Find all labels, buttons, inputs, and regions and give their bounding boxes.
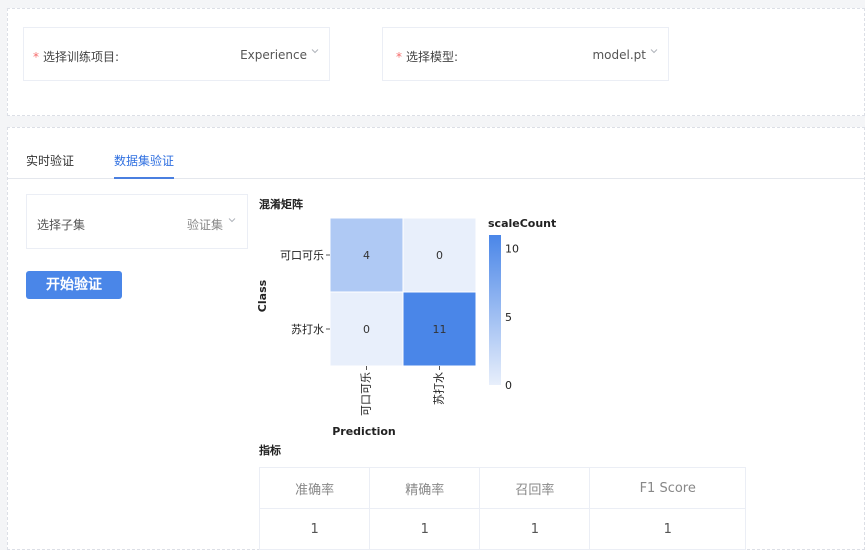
colorbar-tick-label: 10 (505, 243, 519, 256)
confusion-matrix-title: 混淆矩阵 (259, 198, 303, 211)
tab-dataset-validation[interactable]: 数据集验证 (114, 152, 174, 169)
colorbar (489, 235, 501, 385)
heatmap-cell-value: 0 (436, 249, 443, 262)
start-validation-button[interactable]: 开始验证 (26, 271, 122, 299)
x-tick-label: 苏打水 (432, 372, 446, 405)
project-select[interactable]: * 选择训练项目: Experience (23, 27, 330, 81)
metric-header-accuracy: 准确率 (258, 467, 371, 509)
metric-value-f1: 1 (589, 508, 746, 550)
model-select-label: * 选择模型: (396, 50, 459, 64)
metric-header-recall: 召回率 (479, 467, 591, 509)
metric-header-f1: F1 Score (589, 467, 746, 509)
chevron-down-icon (650, 49, 658, 54)
metric-value-accuracy: 1 (258, 508, 371, 550)
model-select[interactable]: * 选择模型: model.pt (382, 27, 669, 81)
metrics-table: 准确率 精确率 召回率 F1 Score 1 1 1 1 (258, 467, 746, 550)
y-axis-label: Class (256, 279, 269, 312)
project-select-label: * 选择训练项目: (33, 50, 120, 64)
required-mark: * (33, 50, 39, 64)
chevron-down-icon (311, 49, 319, 54)
subset-select-value: 验证集 (186, 218, 223, 232)
x-tick-label: 可口可乐 (360, 372, 373, 416)
subset-select[interactable]: 选择子集 验证集 (26, 194, 248, 249)
heatmap-cell-value: 0 (363, 323, 370, 336)
y-tick-label: 苏打水 (291, 322, 324, 336)
metric-value-recall: 1 (479, 508, 591, 550)
chevron-down-icon (228, 218, 236, 223)
table-row: 1 1 1 1 (258, 508, 746, 550)
required-mark: * (396, 50, 402, 64)
metric-header-precision: 精确率 (369, 467, 481, 509)
metric-value-precision: 1 (369, 508, 481, 550)
project-select-value: Experience (240, 48, 307, 62)
tab-realtime-validation[interactable]: 实时验证 (26, 152, 74, 169)
table-header-row: 准确率 精确率 召回率 F1 Score (258, 467, 746, 509)
active-tab-indicator (114, 177, 174, 179)
colorbar-label: scaleCount (488, 217, 556, 230)
colorbar-tick-label: 0 (505, 379, 512, 392)
subset-select-label: 选择子集 (37, 218, 86, 232)
main-panel: 实时验证 数据集验证 选择子集 验证集 开始验证 混淆矩阵 4 0 0 11 可口可乐… (7, 127, 865, 550)
metrics-title: 指标 (259, 444, 281, 457)
model-select-value: model.pt (592, 48, 646, 62)
x-axis-label: Prediction (332, 425, 396, 438)
top-panel: * 选择训练项目: Experience * 选择模型: model.pt (7, 8, 865, 116)
heatmap-cell-value: 4 (363, 249, 370, 262)
heatmap-cell-value: 11 (433, 323, 447, 336)
colorbar-tick-label: 5 (505, 311, 512, 324)
confusion-matrix-chart: 4 00 11 可口可乐苏打水 可口可乐 苏打水 Class Prediction s… (256, 217, 556, 438)
y-tick-label: 可口可乐 (280, 249, 324, 262)
